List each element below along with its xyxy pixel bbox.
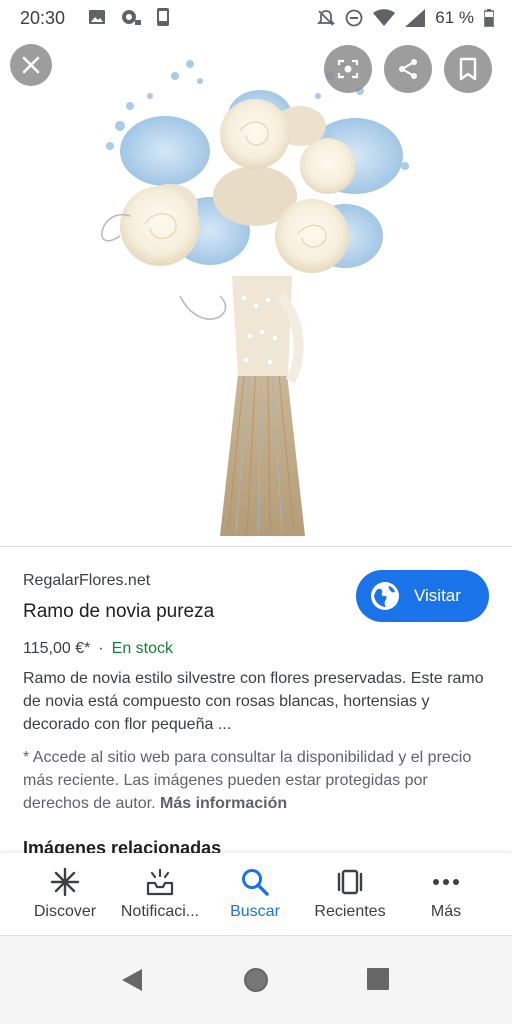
- signal-icon: [405, 9, 426, 27]
- battery-icon: [484, 9, 494, 27]
- mute-icon: [317, 10, 336, 26]
- visit-button[interactable]: Visitar: [356, 570, 489, 622]
- lens-button[interactable]: [324, 45, 372, 93]
- image-icon: [89, 10, 105, 24]
- share-button[interactable]: [384, 45, 432, 93]
- copyright-notice: * Accede al sitio web para consultar la …: [23, 746, 493, 815]
- phone-icon: [157, 8, 169, 26]
- stock-status: En stock: [111, 640, 174, 657]
- nav-more[interactable]: Más: [396, 853, 496, 935]
- bookmark-button[interactable]: [444, 45, 492, 93]
- divider: [0, 546, 512, 547]
- status-time: 20:30: [20, 8, 66, 28]
- nav-notifications[interactable]: Notificaci...: [110, 853, 210, 935]
- recents-icon: [337, 869, 363, 895]
- cast-icon: [122, 10, 141, 25]
- close-icon: [22, 56, 40, 74]
- nav-label-notifications: Notificaci...: [120, 903, 200, 920]
- visit-label: Visitar: [414, 586, 461, 605]
- bottom-nav: Discover Notificaci... Buscar Recientes …: [0, 853, 512, 935]
- nav-label-discover: Discover: [33, 903, 97, 920]
- overview-icon[interactable]: [367, 968, 389, 990]
- back-icon[interactable]: [120, 967, 144, 993]
- dnd-icon: [345, 9, 363, 27]
- nav-recents[interactable]: Recientes: [300, 853, 400, 935]
- result-image[interactable]: [0, 36, 512, 546]
- nav-label-recents: Recientes: [314, 903, 386, 920]
- result-title[interactable]: Ramo de novia pureza: [23, 601, 214, 623]
- battery-percent: 61 %: [435, 8, 474, 27]
- share-icon: [399, 59, 417, 79]
- nav-label-more: Más: [430, 903, 462, 920]
- wifi-icon: [373, 9, 396, 26]
- nav-discover[interactable]: Discover: [15, 853, 115, 935]
- nav-search[interactable]: Buscar: [205, 853, 305, 935]
- source-site[interactable]: RegalarFlores.net: [23, 572, 150, 590]
- bouquet-image: [101, 60, 409, 536]
- globe-icon: [371, 582, 399, 610]
- more-icon: [433, 879, 459, 885]
- result-description: Ramo de novia estilo silvestre con flore…: [23, 670, 484, 733]
- price-row: 115,00 €* · En stock: [23, 640, 173, 658]
- lens-icon: [337, 59, 359, 79]
- nav-label-search: Buscar: [230, 903, 280, 920]
- discover-icon: [50, 867, 80, 897]
- system-nav-bar: [0, 936, 512, 1024]
- bookmark-icon: [459, 57, 477, 81]
- price-separator: ·: [98, 640, 104, 657]
- related-images-heading: Imágenes relacionadas: [23, 838, 222, 854]
- notifications-icon: [146, 868, 174, 896]
- close-button[interactable]: [10, 44, 52, 86]
- more-info-link[interactable]: Más información: [160, 795, 287, 812]
- price: 115,00 €*: [23, 640, 91, 657]
- search-icon: [242, 869, 269, 896]
- home-icon[interactable]: [242, 966, 270, 994]
- status-bar: 20:30 61 %: [0, 0, 512, 36]
